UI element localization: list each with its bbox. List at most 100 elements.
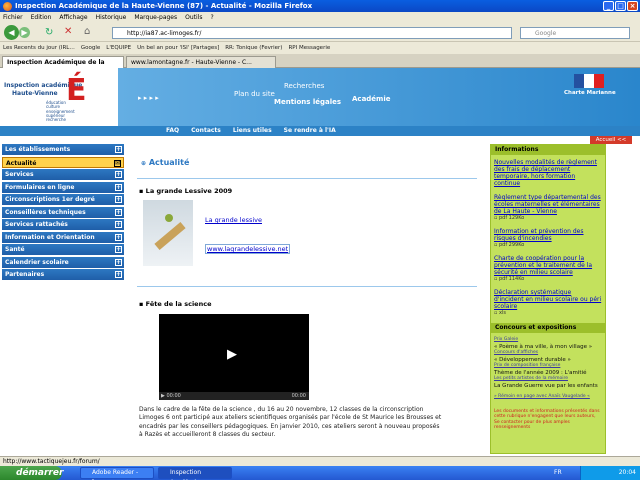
bookmark-l-equipe[interactable]: L'EQUIPE [106,45,131,51]
info-item: Déclaration systématique d'incident en m… [494,289,602,316]
sidebar-item-label: Calendrier scolaire [5,258,69,266]
sidebar-item-services[interactable]: Services + [2,169,124,180]
sidebar-item-circonscriptions-1er-degre[interactable]: Circonscriptions 1er degré + [2,194,124,205]
bookmark-les-recents-du-jour-irl[interactable]: Les Recents du jour (IRL… [3,45,75,51]
plus-icon: + [115,208,122,216]
reload-icon[interactable]: ↻ [45,27,53,38]
bookmark-rr-tonique-fevrier[interactable]: RR: Tonique (Fevrier) [225,45,282,51]
main-content: ⊕ Actualité ▪ La grande Lessive 2009 La … [133,144,482,454]
navigation-toolbar: ◀ ▶ ↻ ✕ ⌂ http://ia87.ac-limoges.fr/ Goo… [0,23,640,42]
envelope-icon: ✉ [114,159,121,167]
menu-marque-pages[interactable]: Marque-pages [134,14,177,21]
minimize-button[interactable]: _ [603,1,614,11]
sidebar-item-label: Information et Orientation [5,233,95,241]
link-grande-lessive[interactable]: La grande lessive [205,216,262,224]
system-tray: 20:04 [580,466,640,480]
link-academie[interactable]: Académie [352,95,391,103]
bookmark-un-bel-an-pour-isi-partages[interactable]: Un bel an pour 'ISI' [Partages] [137,45,219,51]
accueil-link[interactable]: Accueil << [590,136,632,144]
banner-stripe: ▸ ▸ ▸ ▸ Plan du site Recherches Mentions… [118,68,640,126]
plus-icon: + [115,146,122,153]
video-player[interactable]: ▶ ▶ 00:00 00:00 [159,314,309,400]
sidebar-item-services-rattaches[interactable]: Services rattachés + [2,219,124,230]
info-link[interactable]: Déclaration systématique d'incident en m… [494,289,602,310]
menu-fichier[interactable]: Fichier [3,14,23,21]
divider [137,286,477,287]
article-title-fete-science: ▪ Fête de la science [139,300,212,308]
forward-button[interactable]: ▶ [19,27,30,38]
info-panel: Informations Nouvelles modalités de règl… [490,144,606,454]
charte-marianne[interactable]: Charte Marianne [564,90,616,96]
language-indicator[interactable]: FR [554,466,562,480]
subnav-faq[interactable]: FAQ [166,127,179,134]
lessive-image [143,200,193,266]
sidebar-item-label: Les établissements [5,146,71,153]
window-title: Inspection Académique de la Haute-Vienne… [15,2,313,10]
sidebar-item-label: Conseillères techniques [5,208,86,216]
sidebar-item-conseilleres-techniques[interactable]: Conseillères techniques + [2,206,124,218]
status-text: http://www.tactiquejeu.fr/forum/ [3,458,100,465]
subnav-se-rendre-a-l-ia[interactable]: Se rendre à l'IA [284,127,336,134]
sidebar-item-actualite[interactable]: Actualité ✉ [2,156,124,168]
menu-bar: Fichier Edition Affichage Historique Marque-… [0,12,640,23]
sidebar-item-label: Actualité [6,159,37,167]
file-note: ▫ pdf 129Ko [494,215,525,221]
sidebar-item-information-et-orientation[interactable]: Information et Orientation + [2,231,124,243]
firefox-icon [3,1,12,11]
menu-outils[interactable]: Outils [185,14,202,21]
info-link[interactable]: Information et prévention des risques d'… [494,228,602,242]
play-icon[interactable]: ▶ [227,347,237,362]
menu-[interactable]: ? [210,14,213,21]
bookmark-google[interactable]: Google [81,45,100,51]
plus-icon: + [115,183,122,191]
sidebar-item-calendrier-scolaire[interactable]: Calendrier scolaire + [2,256,124,268]
status-bar: http://www.tactiquejeu.fr/forum/ [0,456,640,466]
plus-icon: + [115,171,122,178]
menu-edition[interactable]: Edition [31,14,52,21]
link-lagrandelessive[interactable]: www.lagrandelessive.net [205,244,291,254]
bookmark-rpi-messagerie[interactable]: RPI Messagerie [288,45,330,51]
info-link[interactable]: Nouvelles modalités de règlement des fra… [494,159,602,187]
informations-heading: Informations [491,145,605,155]
menu-affichage[interactable]: Affichage [59,14,87,21]
docs-notice: Les documents et informations présentés … [494,408,600,431]
tab-inspection[interactable]: Inspection Académique de la Hau... [2,56,124,77]
close-button[interactable]: × [627,1,638,11]
plus-icon: + [115,233,122,241]
tab-lamontagne[interactable]: www.lamontagne.fr - Haute-Vienne - C... [126,56,276,68]
maximize-button[interactable]: □ [615,1,626,11]
info-link[interactable]: Charte de coopération pour la prévention… [494,255,602,276]
file-note: ▫ xls [494,310,506,316]
link-mentions-legales[interactable]: Mentions légales [274,98,341,106]
info-link[interactable]: Règlement type départemental des écoles … [494,194,602,215]
site-logo[interactable]: Inspection académique Haute-Vienne É édu… [0,68,118,126]
bookmarks-toolbar: Les Recents du jour (IRL… Google L'EQUIPE U… [0,42,640,54]
sidebar-item-les-etablissements[interactable]: Les établissements + [2,144,124,155]
task-inspection[interactable]: Inspection Académiq... [158,467,232,486]
link-recherches[interactable]: Recherches [284,82,324,90]
info-item: Nouvelles modalités de règlement des fra… [494,159,602,187]
task-adobe-reader[interactable]: Adobe Reader - [pro... [80,467,154,486]
search-input[interactable]: Google [520,27,630,39]
plus-icon: + [115,196,122,203]
url-bar[interactable]: http://ia87.ac-limoges.fr/ [112,27,512,39]
vaugelade-link[interactable]: » Rémoin en page avec Anaïs Vaugelade « [494,394,602,401]
menu-historique[interactable]: Historique [96,14,127,21]
file-note: ▫ pdf 299Ko [494,242,525,248]
subnav-contacts[interactable]: Contacts [191,127,221,134]
tab-strip: Inspection Académique de la Hau... www.l… [0,54,640,77]
video-controls[interactable]: ▶ 00:00 00:00 [159,392,309,400]
sidebar-item-sante[interactable]: Santé + [2,244,124,255]
home-icon[interactable]: ⌂ [84,26,90,37]
link-plan-du-site[interactable]: Plan du site [234,90,275,98]
site-banner: Inspection académique Haute-Vienne É édu… [0,68,640,136]
start-button[interactable]: démarrer [0,466,63,480]
sidebar-item-partenaires[interactable]: Partenaires + [2,269,124,280]
stop-icon[interactable]: ✕ [64,26,72,37]
back-button[interactable]: ◀ [4,25,19,40]
grande-guerre-text: La Grande Guerre vue par les enfants [494,382,598,389]
info-item: Information et prévention des risques d'… [494,228,602,248]
subnav-liens-utiles[interactable]: Liens utiles [233,127,272,134]
sidebar-item-formulaires-en-ligne[interactable]: Formulaires en ligne + [2,181,124,193]
file-note: ▫ pdf 114Ko [494,276,525,282]
